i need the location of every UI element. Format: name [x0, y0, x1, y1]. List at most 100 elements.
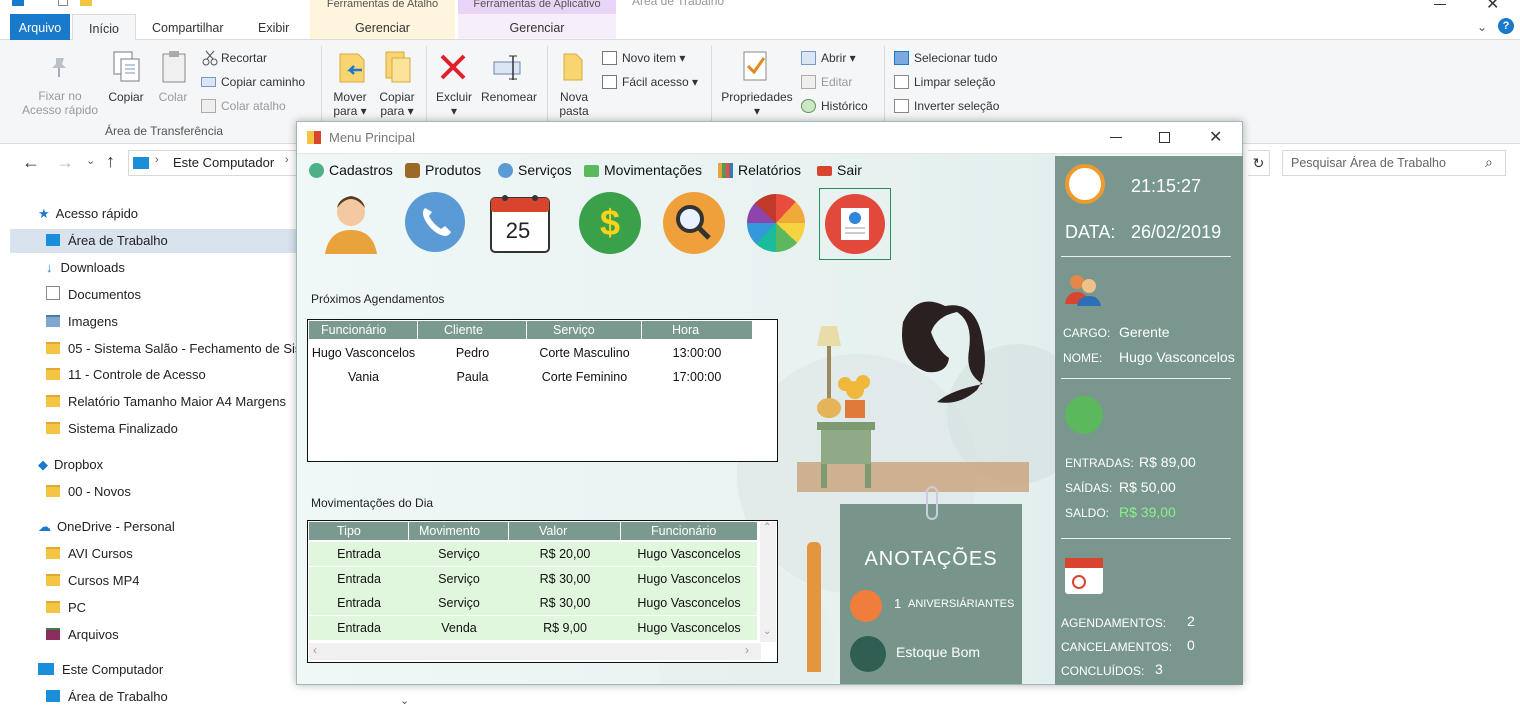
nav-item-folder[interactable]: Cursos MP4: [46, 569, 140, 593]
paste-shortcut-button[interactable]: Colar atalho: [201, 96, 286, 116]
select-all-button[interactable]: Selecionar tudo: [894, 48, 997, 68]
user-shortcut-icon[interactable]: [321, 190, 381, 259]
history-button[interactable]: Histórico: [801, 96, 868, 116]
search-icon[interactable]: ⌕: [1485, 154, 1493, 171]
horizontal-scrollbar[interactable]: ‹ ›: [309, 643, 761, 660]
search-shortcut-icon[interactable]: [663, 192, 725, 254]
scroll-right-icon[interactable]: ›: [745, 643, 749, 657]
appointments-grid[interactable]: Funcionário Cliente Serviço Hora Hugo Va…: [307, 319, 778, 462]
table-row[interactable]: Entrada Serviço R$ 20,00 Hugo Vasconcelo…: [309, 542, 757, 566]
nav-item-folder[interactable]: Sistema Finalizado: [46, 417, 178, 441]
delete-button[interactable]: Excluir ▾: [432, 90, 476, 118]
col-header-valor[interactable]: Valor: [509, 522, 621, 540]
properties-button[interactable]: Propriedades ▾: [716, 90, 798, 118]
copy-button[interactable]: Copiar: [104, 90, 148, 104]
recent-dropdown-icon[interactable]: ⌄: [86, 154, 95, 167]
table-row[interactable]: Entrada Serviço R$ 30,00 Hugo Vasconcelo…: [309, 591, 757, 615]
easy-access-button[interactable]: Fácil acesso ▾: [602, 72, 698, 92]
vertical-scrollbar[interactable]: ⌃ ⌄: [760, 522, 776, 642]
nav-item-folder[interactable]: Relatório Tamanho Maior A4 Margens: [46, 390, 300, 414]
new-folder-button[interactable]: Nova pasta: [552, 90, 596, 118]
birthdays-label[interactable]: ANIVERSIÁRIANTES: [908, 598, 1014, 610]
nav-item-archives[interactable]: Arquivos: [46, 623, 119, 647]
cut-button[interactable]: Recortar: [201, 48, 267, 68]
paste-button[interactable]: Colar: [152, 90, 194, 104]
date-value: 26/02/2019: [1131, 222, 1222, 242]
nav-item-this-pc[interactable]: Este Computador: [38, 658, 163, 682]
address-box[interactable]: › Este Computador ›: [128, 150, 298, 176]
qat-properties-icon[interactable]: [58, 0, 68, 6]
explorer-close-button[interactable]: ✕: [1486, 0, 1499, 14]
nav-item-dropbox[interactable]: ◆ Dropbox: [38, 453, 103, 477]
back-arrow-icon[interactable]: ←: [22, 152, 40, 173]
explorer-minimize-button[interactable]: [1434, 4, 1446, 5]
copy-path-button[interactable]: Copiar caminho: [201, 72, 305, 92]
scroll-down-icon[interactable]: ⌄: [400, 694, 409, 707]
new-item-button[interactable]: Novo item ▾: [602, 48, 685, 68]
phone-shortcut-icon[interactable]: [405, 192, 465, 252]
table-row[interactable]: Entrada Venda R$ 9,00 Hugo Vasconcelos: [309, 616, 757, 640]
col-header-funcionario[interactable]: Funcionário: [309, 321, 418, 339]
money-shortcut-icon[interactable]: $: [579, 192, 641, 254]
table-row[interactable]: Hugo Vasconcelos Pedro Corte Masculino 1…: [309, 341, 752, 365]
nav-item-folder[interactable]: 05 - Sistema Salão - Fechamento de Sis: [46, 337, 300, 361]
menu-produtos[interactable]: Produtos: [403, 160, 481, 180]
nav-item-onedrive[interactable]: ☁ OneDrive - Personal: [38, 515, 175, 539]
close-button[interactable]: ✕: [1209, 127, 1222, 147]
table-row[interactable]: Vania Paula Corte Feminino 17:00:00: [309, 365, 752, 389]
menu-relatorios[interactable]: Relatórios: [716, 160, 801, 180]
chart-wheel-shortcut-icon[interactable]: [747, 194, 805, 252]
select-none-button[interactable]: Limpar seleção: [894, 72, 995, 92]
col-header-tipo[interactable]: Tipo: [309, 522, 409, 540]
open-button[interactable]: Abrir ▾: [801, 48, 856, 68]
refresh-icon[interactable]: ↻: [1248, 150, 1270, 176]
breadcrumb-chevron-icon[interactable]: ›: [155, 154, 159, 166]
search-input[interactable]: Pesquisar Área de Trabalho ⌕: [1282, 150, 1506, 176]
col-header-cliente[interactable]: Cliente: [418, 321, 527, 339]
qat-folder-icon[interactable]: [80, 0, 92, 6]
nav-item-desktop[interactable]: Área de Trabalho: [46, 685, 168, 709]
nav-item-folder[interactable]: PC: [46, 596, 86, 620]
pin-quick-access-button[interactable]: Fixar no Acesso rápido: [14, 89, 106, 117]
movements-grid[interactable]: Tipo Movimento Valor Funcionário Entrada…: [307, 520, 778, 663]
menu-movimentacoes[interactable]: Movimentações: [582, 160, 702, 180]
nav-item-folder[interactable]: 00 - Novos: [46, 480, 131, 504]
nav-item-desktop[interactable]: Área de Trabalho: [10, 229, 300, 253]
col-header-funcionario[interactable]: Funcionário: [621, 522, 757, 540]
tab-arquivo[interactable]: Arquivo: [10, 14, 70, 40]
edit-button[interactable]: Editar: [801, 72, 852, 92]
scroll-down-icon[interactable]: ⌄: [763, 626, 771, 637]
nav-item-folder[interactable]: 11 - Controle de Acesso: [46, 363, 206, 387]
col-header-movimento[interactable]: Movimento: [409, 522, 509, 540]
help-icon[interactable]: ?: [1498, 18, 1514, 34]
report-shortcut-button[interactable]: [819, 188, 891, 260]
menu-cadastros[interactable]: Cadastros: [307, 160, 393, 180]
tab-compartilhar[interactable]: Compartilhar: [152, 14, 224, 40]
breadcrumb-este-computador[interactable]: Este Computador: [173, 155, 274, 170]
scroll-up-icon[interactable]: ⌃: [763, 522, 771, 533]
forward-arrow-icon[interactable]: →: [56, 152, 74, 173]
nav-item-documents[interactable]: Documentos: [46, 283, 141, 307]
maximize-button[interactable]: [1159, 132, 1170, 143]
nav-item-folder[interactable]: AVI Cursos: [46, 542, 133, 566]
nav-item-downloads[interactable]: ↓ Downloads: [46, 256, 125, 280]
tab-inicio[interactable]: Início: [72, 14, 136, 41]
calendar-shortcut-icon[interactable]: 25: [487, 190, 553, 256]
menu-sair[interactable]: Sair: [815, 160, 862, 180]
up-arrow-icon[interactable]: ↑: [106, 151, 115, 172]
col-header-servico[interactable]: Serviço: [527, 321, 642, 339]
nav-item-quick-access[interactable]: ★ Acesso rápido: [38, 202, 300, 226]
minimize-button[interactable]: [1110, 137, 1122, 138]
invert-selection-button[interactable]: Inverter seleção: [894, 96, 999, 116]
scroll-left-icon[interactable]: ‹: [313, 643, 317, 657]
tab-exibir[interactable]: Exibir: [258, 14, 289, 40]
move-to-button[interactable]: Mover para ▾: [328, 90, 372, 118]
rename-button[interactable]: Renomear: [478, 90, 540, 104]
menu-servicos[interactable]: Serviços: [496, 160, 572, 180]
copy-to-button[interactable]: Copiar para ▾: [375, 90, 419, 118]
nav-item-images[interactable]: Imagens: [46, 310, 118, 334]
breadcrumb-chevron-icon[interactable]: ›: [285, 154, 289, 166]
table-row[interactable]: Entrada Serviço R$ 30,00 Hugo Vasconcelo…: [309, 567, 757, 591]
ribbon-expand-icon[interactable]: ⌄: [1477, 20, 1487, 34]
col-header-hora[interactable]: Hora: [642, 321, 752, 339]
